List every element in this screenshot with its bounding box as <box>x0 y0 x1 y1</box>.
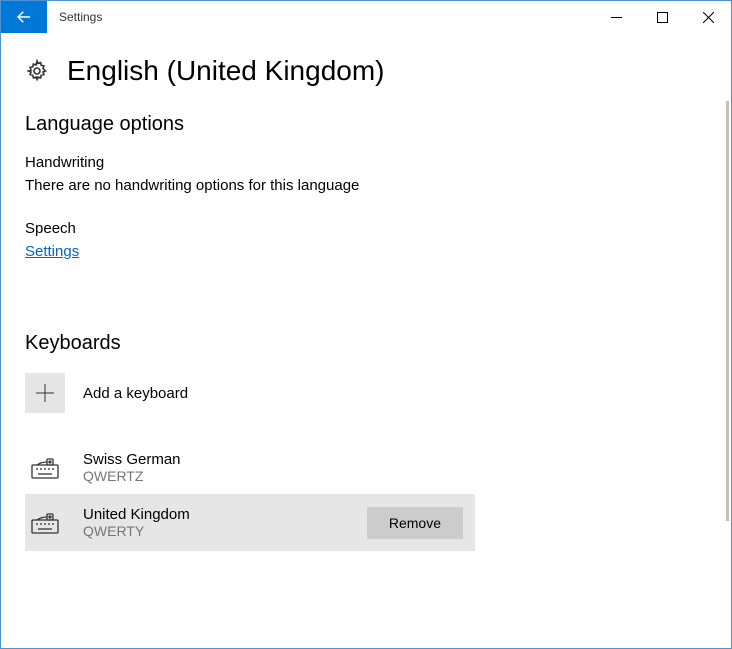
keyboard-icon <box>25 457 65 479</box>
keyboard-name: United Kingdom <box>83 506 190 523</box>
close-button[interactable] <box>685 1 731 33</box>
plus-icon <box>36 384 54 402</box>
window-title: Settings <box>47 1 593 33</box>
speech-label: Speech <box>25 220 707 237</box>
keyboard-item-labels: Swiss German QWERTZ <box>83 451 181 484</box>
language-options-heading: Language options <box>25 113 707 136</box>
keyboard-layout: QWERTZ <box>83 468 181 484</box>
keyboard-name: Swiss German <box>83 451 181 468</box>
add-keyboard-button[interactable]: Add a keyboard <box>25 373 707 413</box>
back-button[interactable] <box>1 1 47 33</box>
window-controls <box>593 1 731 33</box>
keyboard-icon <box>25 512 65 534</box>
gear-icon <box>25 59 49 83</box>
keyboard-item-uk-selected[interactable]: United Kingdom QWERTY Remove <box>25 494 475 551</box>
title-bar: Settings <box>1 1 731 33</box>
settings-window: Settings English (United Kingdom) Langua… <box>0 0 732 649</box>
content-area: English (United Kingdom) Language option… <box>1 33 731 575</box>
vertical-scrollbar[interactable] <box>726 101 729 521</box>
page-title: English (United Kingdom) <box>67 55 385 87</box>
page-header: English (United Kingdom) <box>25 33 707 109</box>
add-keyboard-label: Add a keyboard <box>83 385 188 402</box>
keyboard-item-labels: United Kingdom QWERTY <box>83 506 190 539</box>
minimize-button[interactable] <box>593 1 639 33</box>
close-icon <box>703 12 714 23</box>
keyboards-heading: Keyboards <box>25 332 707 355</box>
handwriting-info: There are no handwriting options for thi… <box>25 177 707 194</box>
keyboard-item-swiss-german[interactable]: Swiss German QWERTZ <box>25 441 475 494</box>
remove-button[interactable]: Remove <box>367 507 463 539</box>
arrow-left-icon <box>15 8 33 26</box>
plus-box <box>25 373 65 413</box>
maximize-button[interactable] <box>639 1 685 33</box>
maximize-icon <box>657 12 668 23</box>
minimize-icon <box>611 12 622 23</box>
handwriting-label: Handwriting <box>25 154 707 171</box>
keyboard-layout: QWERTY <box>83 523 190 539</box>
speech-settings-link[interactable]: Settings <box>25 243 79 260</box>
